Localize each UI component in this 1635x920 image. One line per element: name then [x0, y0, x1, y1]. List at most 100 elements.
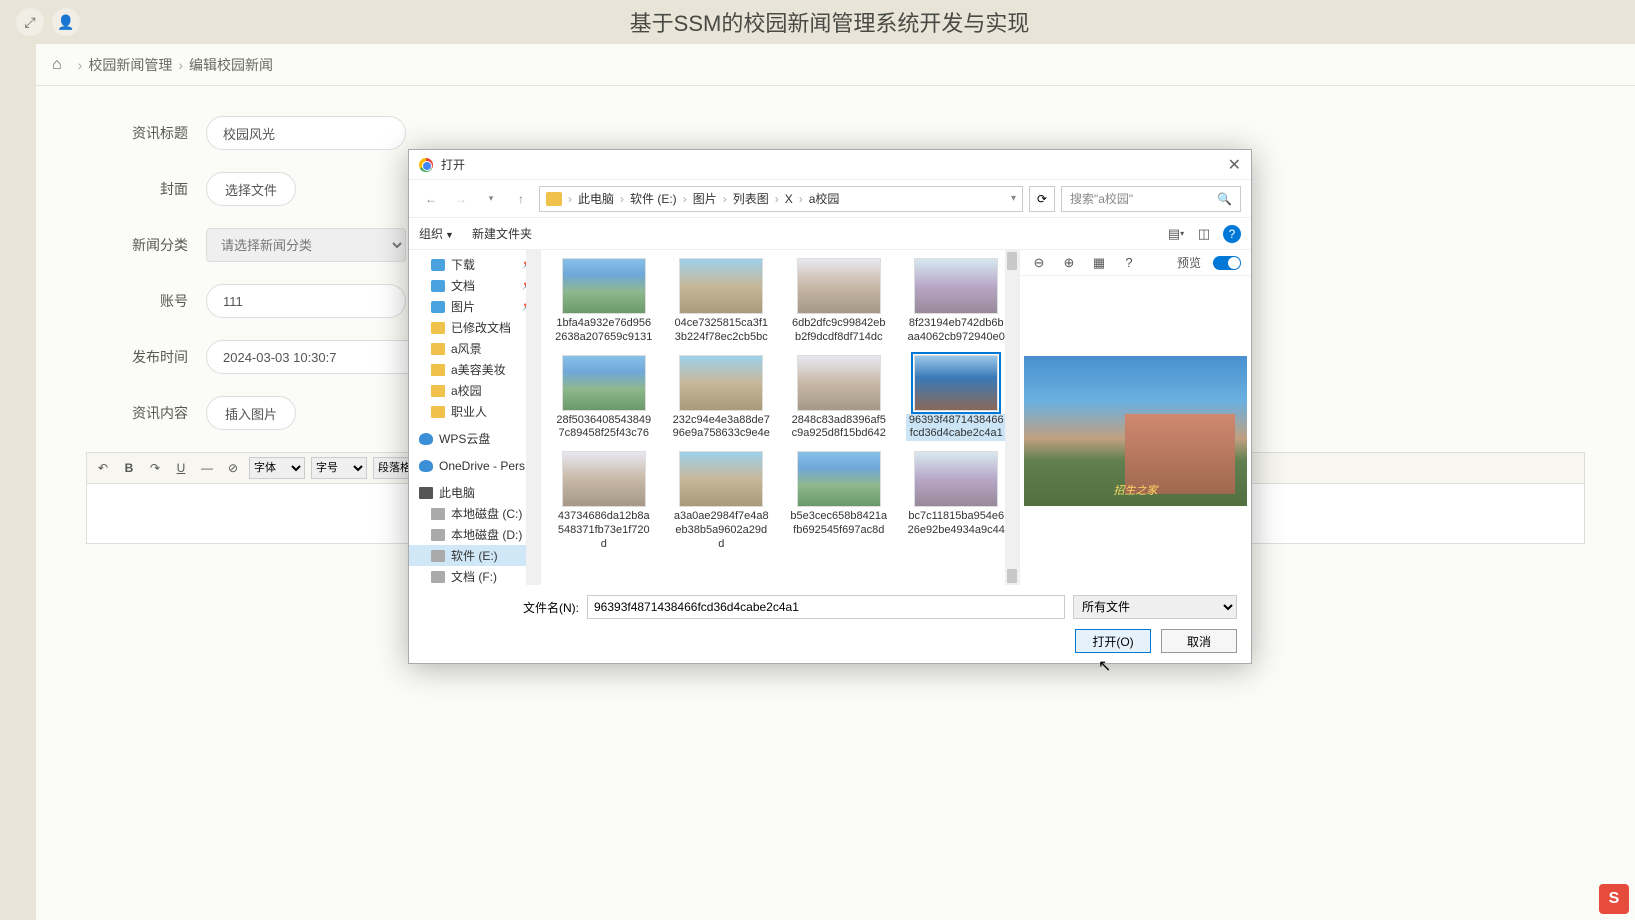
preview-caption: 招生之家 [1114, 482, 1158, 498]
user-icon[interactable]: 👤 [52, 8, 80, 36]
file-item[interactable]: a3a0ae2984f7e4a8eb38b5a9602a29dd [669, 449, 775, 553]
zoom-out-icon[interactable]: ⊖ [1030, 254, 1048, 272]
account-input[interactable] [206, 284, 406, 318]
tree-folder[interactable]: a校园 [409, 380, 540, 401]
filetype-select[interactable]: 所有文件 [1073, 595, 1237, 619]
file-item[interactable]: 8f23194eb742db6baa4062cb972940e0 [904, 256, 1010, 347]
folder-icon [431, 322, 445, 334]
file-name: a3a0ae2984f7e4a8eb38b5a9602a29dd [671, 510, 773, 551]
underline-icon[interactable]: U [171, 458, 191, 478]
file-item[interactable]: 96393f4871438466fcd36d4cabe2c4a1 [904, 353, 1010, 444]
tree-disk-e[interactable]: 软件 (E:) [409, 545, 540, 566]
new-folder-button[interactable]: 新建文件夹 [472, 225, 532, 242]
tree-pics[interactable]: 图片📌 [409, 296, 540, 317]
time-input[interactable] [206, 340, 426, 374]
tree-folder[interactable]: 已修改文档 [409, 317, 540, 338]
filename-input[interactable] [587, 595, 1065, 619]
ime-badge[interactable]: S [1599, 884, 1629, 914]
file-thumbnail [562, 258, 646, 314]
file-name: 04ce7325815ca3f13b224f78ec2cb5bc [671, 317, 773, 345]
file-item[interactable]: 28f50364085438497c89458f25f43c76 [551, 353, 657, 444]
tree-scrollbar[interactable] [526, 250, 540, 585]
tree-docs[interactable]: 文档📌 [409, 275, 540, 296]
file-name: 28f50364085438497c89458f25f43c76 [553, 414, 655, 442]
tree-onedrive[interactable]: OneDrive - Pers [409, 455, 540, 476]
file-thumbnail [679, 451, 763, 507]
file-item[interactable]: b5e3cec658b8421afb692545f697ac8d [786, 449, 892, 553]
grid-icon[interactable]: ▦ [1090, 254, 1108, 272]
dropdown-icon[interactable]: ▾ [479, 187, 503, 211]
tree-folder[interactable]: 职业人 [409, 401, 540, 422]
folder-tree: 下载📌 文档📌 图片📌 已修改文档 a风景 a美容美妆 a校园 职业人 WPS云… [409, 250, 541, 585]
page-title: 基于SSM的校园新闻管理系统开发与实现 [120, 6, 1539, 38]
back-icon[interactable]: ← [419, 187, 443, 211]
file-item[interactable]: bc7c11815ba954e626e92be4934a9c44 [904, 449, 1010, 553]
organize-menu[interactable]: 组织▼ [419, 225, 454, 242]
category-label: 新闻分类 [86, 235, 206, 255]
forward-icon[interactable]: → [449, 187, 473, 211]
title-input[interactable] [206, 116, 406, 150]
font-select[interactable]: 字体 [249, 457, 305, 479]
help-icon[interactable]: ? [1223, 225, 1241, 243]
tree-disk-f[interactable]: 文档 (F:) [409, 566, 540, 585]
title-label: 资讯标题 [86, 123, 206, 143]
file-item[interactable]: 232c94e4e3a88de796e9a758633c9e4e [669, 353, 775, 444]
cloud-icon [419, 433, 433, 445]
file-grid: 1bfa4a932e76d9562638a207659c9131 04ce7325… [541, 250, 1019, 585]
up-icon[interactable]: ↑ [509, 187, 533, 211]
dialog-title: 打开 [441, 156, 465, 173]
disk-icon [431, 508, 445, 520]
view-icon[interactable]: ▤▾ [1167, 225, 1185, 243]
search-input[interactable]: 搜索"a校园" 🔍 [1061, 186, 1241, 212]
choose-file-button[interactable]: 选择文件 [206, 172, 296, 206]
file-name: 96393f4871438466fcd36d4cabe2c4a1 [906, 414, 1008, 442]
tree-disk-c[interactable]: 本地磁盘 (C:) [409, 503, 540, 524]
file-item[interactable]: 6db2dfc9c99842ebb2f9dcdf8df714dc [786, 256, 892, 347]
file-item[interactable]: 1bfa4a932e76d9562638a207659c9131 [551, 256, 657, 347]
file-name: b5e3cec658b8421afb692545f697ac8d [788, 510, 890, 538]
file-name: 43734686da12b8a548371fb73e1f720d [553, 510, 655, 551]
info-icon[interactable]: ? [1120, 254, 1138, 272]
tree-wps[interactable]: WPS云盘 [409, 428, 540, 449]
document-icon [431, 280, 445, 292]
disk-icon [431, 529, 445, 541]
file-item[interactable]: 04ce7325815ca3f13b224f78ec2cb5bc [669, 256, 775, 347]
path-bar[interactable]: › 此电脑› 软件 (E:)› 图片› 列表图› X› a校园 ▾ [539, 186, 1023, 212]
close-icon[interactable]: ✕ [1228, 155, 1241, 175]
tree-folder[interactable]: a美容美妆 [409, 359, 540, 380]
file-thumbnail [797, 258, 881, 314]
tree-downloads[interactable]: 下载📌 [409, 254, 540, 275]
size-select[interactable]: 字号 [311, 457, 367, 479]
clear-icon[interactable]: ⊘ [223, 458, 243, 478]
grid-scrollbar[interactable] [1005, 250, 1019, 585]
file-name: 232c94e4e3a88de796e9a758633c9e4e [671, 414, 773, 442]
undo-icon[interactable]: ↶ [93, 458, 113, 478]
refresh-icon[interactable]: ⟳ [1029, 186, 1055, 212]
panel-icon[interactable]: ◫ [1195, 225, 1213, 243]
home-icon[interactable]: ⌂ [52, 56, 62, 74]
file-thumbnail [562, 451, 646, 507]
zoom-in-icon[interactable]: ⊕ [1060, 254, 1078, 272]
file-item[interactable]: 2848c83ad8396af5c9a925d8f15bd642 [786, 353, 892, 444]
strike-icon[interactable]: — [197, 458, 217, 478]
insert-image-button[interactable]: 插入图片 [206, 396, 296, 430]
preview-toggle[interactable] [1213, 256, 1241, 270]
preview-pane: ⊖ ⊕ ▦ ? 预览 招生之家 [1019, 250, 1251, 585]
disk-icon [431, 550, 445, 562]
expand-icon[interactable]: ⤢ [16, 8, 44, 36]
tree-thispc[interactable]: 此电脑 [409, 482, 540, 503]
file-name: bc7c11815ba954e626e92be4934a9c44 [906, 510, 1008, 538]
folder-icon [431, 406, 445, 418]
tree-disk-d[interactable]: 本地磁盘 (D:) [409, 524, 540, 545]
preview-image: 招生之家 [1024, 356, 1247, 506]
tree-folder[interactable]: a风景 [409, 338, 540, 359]
bold-icon[interactable]: B [119, 458, 139, 478]
file-item[interactable]: 43734686da12b8a548371fb73e1f720d [551, 449, 657, 553]
redo-icon[interactable]: ↷ [145, 458, 165, 478]
folder-icon [546, 192, 562, 206]
breadcrumb-level1[interactable]: 校园新闻管理 [88, 55, 172, 75]
file-thumbnail [797, 355, 881, 411]
open-button[interactable]: 打开(O) [1075, 629, 1151, 653]
cancel-button[interactable]: 取消 [1161, 629, 1237, 653]
category-select[interactable]: 请选择新闻分类 [206, 228, 406, 262]
